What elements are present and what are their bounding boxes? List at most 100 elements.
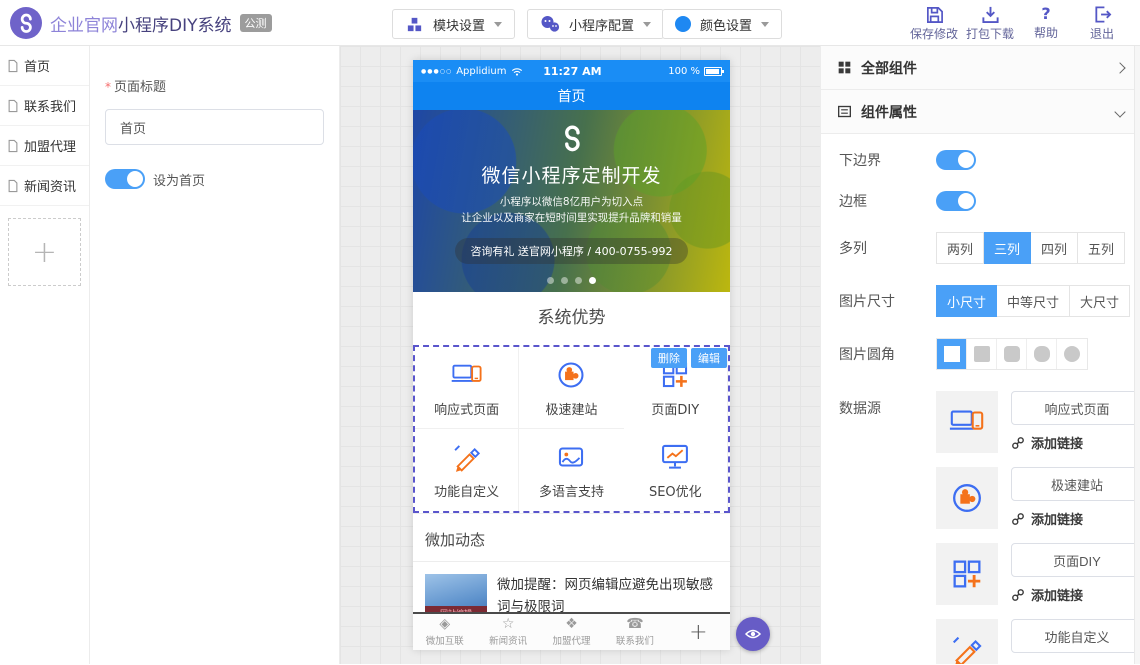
- sidebar-item-contact[interactable]: 联系我们: [0, 86, 89, 126]
- datasource-tile: [936, 391, 998, 453]
- columns-option-3-selected[interactable]: 三列: [984, 232, 1031, 264]
- preview-button[interactable]: [736, 617, 770, 651]
- page-title-input[interactable]: [105, 109, 324, 145]
- carousel-dot[interactable]: [547, 277, 554, 284]
- set-home-toggle[interactable]: [105, 169, 145, 189]
- tab-news[interactable]: ☆ 新闻资讯: [476, 617, 539, 647]
- border-toggle[interactable]: [936, 191, 976, 211]
- modules-cube-icon: [405, 15, 424, 34]
- feature-grid-component-selected[interactable]: 删除 编辑 响应式页面 极速建站 页面DIY 功能自定义: [413, 345, 730, 513]
- save-button[interactable]: 保存修改: [906, 5, 962, 42]
- add-link-button[interactable]: 添加链接: [1011, 433, 1140, 452]
- fast-build-icon: [554, 358, 588, 392]
- phone-tab-bar: ◈ 微加互联 ☆ 新闻资讯 ❖ 加盟代理 ☎ 联系我们 +: [413, 612, 730, 650]
- carousel-dot[interactable]: [575, 277, 582, 284]
- all-components-header[interactable]: 全部组件: [821, 46, 1140, 90]
- radius-option-0-selected[interactable]: [937, 339, 967, 369]
- multi-language-icon: [554, 440, 588, 474]
- banner-title: 微信小程序定制开发: [413, 161, 730, 188]
- tab-contact[interactable]: ☎ 联系我们: [603, 617, 666, 647]
- link-icon: [1011, 588, 1025, 602]
- add-link-button[interactable]: 添加链接: [1011, 585, 1140, 604]
- props-form: 下边界 边框 多列 两列 三列 四列 五列 图片尺寸 小尺寸: [821, 134, 1140, 664]
- header-actions: 保存修改 打包下载 ? 帮助 退出: [906, 5, 1130, 42]
- edit-component-button[interactable]: 编辑: [691, 348, 727, 368]
- link-icon: [1011, 436, 1025, 450]
- banner-cta-pill[interactable]: 咨询有礼 送官网小程序 / 400-0755-992: [455, 238, 687, 264]
- sidebar-item-home[interactable]: 首页: [0, 46, 89, 86]
- star-icon: ☆: [502, 617, 515, 632]
- datasource-title-input[interactable]: [1011, 619, 1140, 653]
- add-page-button[interactable]: +: [8, 218, 81, 286]
- size-option-large[interactable]: 大尺寸: [1070, 285, 1130, 317]
- tab-agency[interactable]: ❖ 加盟代理: [540, 617, 603, 647]
- beta-badge: 公测: [240, 14, 272, 32]
- color-settings-dropdown[interactable]: 颜色设置: [662, 9, 782, 39]
- custom-function-icon: [450, 440, 484, 474]
- feature-cell-seo[interactable]: SEO优化: [624, 429, 728, 511]
- news-section-title: 微加动态: [413, 514, 730, 562]
- datasource-tile: [936, 543, 998, 605]
- image-size-segmented-control: 小尺寸 中等尺寸 大尺寸: [936, 285, 1130, 317]
- datasource-title-input[interactable]: [1011, 467, 1140, 501]
- tab-weijia[interactable]: ◈ 微加互联: [413, 617, 476, 647]
- miniprogram-config-dropdown[interactable]: 小程序配置: [527, 9, 664, 39]
- top-toolbar: 企业官网小程序DIY系统 公测 模块设置 小程序配置 颜色设置 保存修改 打包下…: [0, 0, 1140, 46]
- feature-cell-custom[interactable]: 功能自定义: [415, 429, 519, 511]
- carousel-dots: [413, 277, 730, 284]
- phone-nav-title: 首页: [558, 86, 586, 106]
- image-radius-options: [936, 338, 1088, 370]
- carousel-dot[interactable]: [561, 277, 568, 284]
- size-option-medium[interactable]: 中等尺寸: [997, 285, 1070, 317]
- page-icon: [7, 99, 19, 113]
- phone-status-bar: ●●●○○ Applidium 11:27 AM 100 %: [413, 60, 730, 82]
- delete-component-button[interactable]: 删除: [651, 348, 687, 368]
- columns-option-2[interactable]: 两列: [936, 232, 984, 264]
- advantage-section-title: 系统优势: [413, 292, 730, 345]
- exit-button[interactable]: 退出: [1074, 5, 1130, 42]
- datasource-title-input[interactable]: [1011, 391, 1140, 425]
- feature-cell-speed[interactable]: 极速建站: [519, 347, 623, 429]
- chevron-down-icon: [494, 22, 502, 27]
- bottom-border-toggle[interactable]: [936, 150, 976, 170]
- page-settings-panel: *页面标题 设为首页: [90, 46, 340, 664]
- datasource-label: 数据源: [839, 391, 936, 664]
- add-link-button[interactable]: 添加链接: [1011, 661, 1140, 664]
- banner-slide[interactable]: 微信小程序定制开发 小程序以微信8亿用户为切入点 让企业以及商家在短时间里实现提…: [413, 110, 730, 292]
- gem-icon: ◈: [439, 617, 450, 632]
- size-option-small-selected[interactable]: 小尺寸: [936, 285, 997, 317]
- custom-function-icon: [948, 631, 986, 664]
- add-link-button[interactable]: 添加链接: [1011, 509, 1140, 528]
- datasource-list: 添加链接 添加链接: [936, 391, 1140, 664]
- status-time: 11:27 AM: [523, 65, 623, 78]
- sidebar-item-agency[interactable]: 加盟代理: [0, 126, 89, 166]
- component-props-header[interactable]: 组件属性: [821, 90, 1140, 134]
- download-button[interactable]: 打包下载: [962, 5, 1018, 42]
- phone-preview: ●●●○○ Applidium 11:27 AM 100 % 首页 微信小程序定…: [413, 60, 730, 650]
- feature-cell-multilang[interactable]: 多语言支持: [519, 429, 623, 511]
- radius-option-1[interactable]: [967, 339, 997, 369]
- design-canvas: ●●●○○ Applidium 11:27 AM 100 % 首页 微信小程序定…: [340, 46, 820, 664]
- datasource-title-input[interactable]: [1011, 543, 1140, 577]
- image-size-label: 图片尺寸: [839, 291, 936, 311]
- logo-icon: [10, 7, 42, 39]
- chevron-right-icon: [1114, 62, 1125, 73]
- wifi-icon: [511, 67, 523, 76]
- columns-option-4[interactable]: 四列: [1031, 232, 1078, 264]
- image-radius-label: 图片圆角: [839, 344, 936, 364]
- sidebar-item-news[interactable]: 新闻资讯: [0, 166, 89, 206]
- carousel-dot-active[interactable]: [589, 277, 596, 284]
- columns-option-5[interactable]: 五列: [1078, 232, 1125, 264]
- datasource-item-responsive: 添加链接: [936, 391, 1140, 453]
- radius-option-2[interactable]: [997, 339, 1027, 369]
- chevron-down-icon: [643, 22, 651, 27]
- datasource-item-speed: 添加链接: [936, 467, 1140, 529]
- module-settings-dropdown[interactable]: 模块设置: [392, 9, 515, 39]
- radius-option-3[interactable]: [1027, 339, 1057, 369]
- tab-add-button[interactable]: +: [667, 620, 730, 645]
- app-title: 企业官网小程序DIY系统: [50, 11, 232, 36]
- radius-option-4[interactable]: [1057, 339, 1087, 369]
- help-button[interactable]: ? 帮助: [1018, 5, 1074, 42]
- feature-cell-responsive[interactable]: 响应式页面: [415, 347, 519, 429]
- banner-logo-icon: [413, 123, 730, 157]
